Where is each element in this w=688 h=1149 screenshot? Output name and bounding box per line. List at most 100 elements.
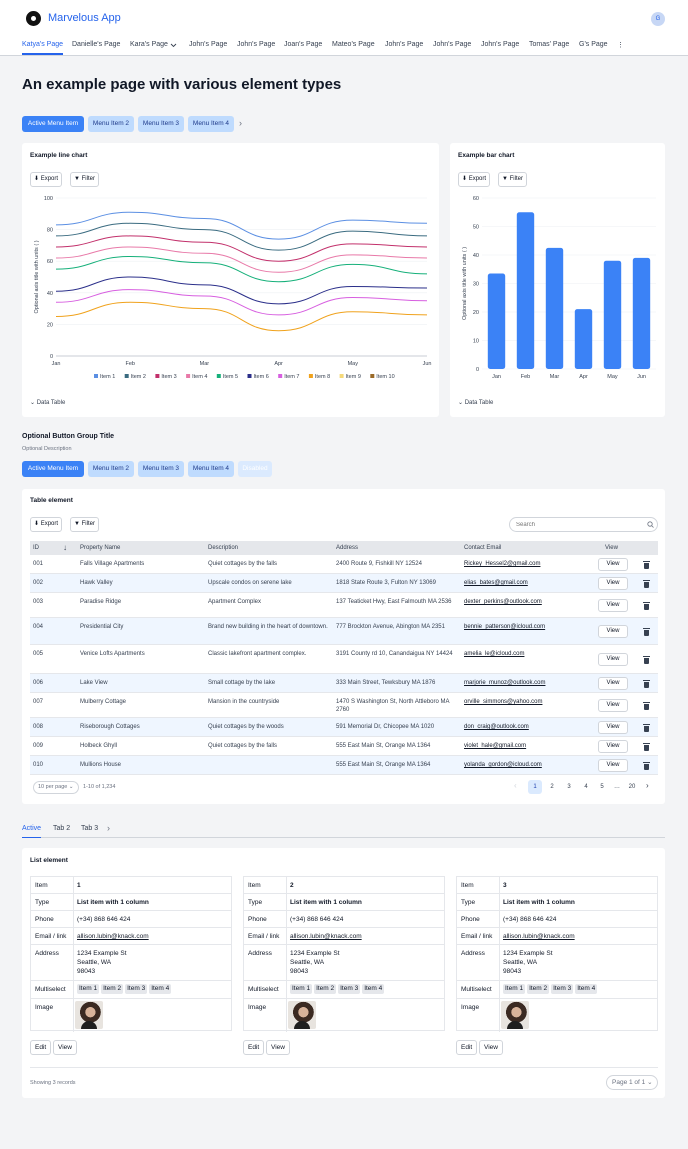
- page-select[interactable]: Page 1 of 1 ⌄: [606, 1075, 658, 1090]
- trash-icon[interactable]: [643, 655, 650, 664]
- bar[interactable]: [516, 212, 535, 369]
- tab-johns-page[interactable]: John's Page: [385, 41, 423, 55]
- trash-icon[interactable]: [643, 601, 650, 610]
- tab-karas-page[interactable]: Kara's Page: [130, 41, 168, 55]
- list-email-value[interactable]: allison.lubin@knack.com: [77, 932, 149, 941]
- tab-2[interactable]: Tab 2: [53, 825, 70, 832]
- cell-contact-email[interactable]: Rickey_Hessel2@gmail.com: [464, 560, 540, 568]
- chevron-right-icon[interactable]: ›: [107, 823, 110, 833]
- tab-johns-page[interactable]: John's Page: [481, 41, 519, 55]
- column-header-contact-email[interactable]: Contact Email: [464, 545, 501, 551]
- page-button[interactable]: 4: [579, 780, 593, 794]
- menu-item-active[interactable]: Active Menu Item: [22, 461, 84, 477]
- column-header-description[interactable]: Description: [208, 545, 238, 551]
- view-button[interactable]: View: [598, 625, 628, 638]
- tab-danielles-page[interactable]: Danielle's Page: [72, 41, 120, 55]
- list-email-value[interactable]: allison.lubin@knack.com: [503, 932, 575, 941]
- bar[interactable]: [545, 247, 564, 369]
- trash-icon[interactable]: [643, 679, 650, 688]
- menu-item-active[interactable]: Active Menu Item: [22, 116, 84, 132]
- view-button[interactable]: View: [598, 653, 628, 666]
- tab-katyas-page[interactable]: Katya's Page: [22, 41, 64, 55]
- menu-item-4[interactable]: Menu Item 4: [188, 116, 234, 132]
- tab-gs-page[interactable]: G's Page: [579, 41, 608, 55]
- filter-button[interactable]: ▼ Filter: [498, 172, 527, 187]
- user-avatar[interactable]: G: [651, 12, 665, 26]
- trash-icon[interactable]: [643, 579, 650, 588]
- bar[interactable]: [487, 273, 506, 369]
- list-email-value[interactable]: allison.lubin@knack.com: [290, 932, 362, 941]
- profile-photo[interactable]: [288, 1001, 316, 1029]
- menu-item-3[interactable]: Menu Item 3: [138, 461, 184, 477]
- menu-item-3[interactable]: Menu Item 3: [138, 116, 184, 132]
- tab-johns-page[interactable]: John's Page: [189, 41, 227, 55]
- column-header-property-name[interactable]: Property Name: [80, 545, 120, 551]
- data-table-toggle[interactable]: ⌄ Data Table: [458, 399, 493, 406]
- menu-item-2[interactable]: Menu Item 2: [88, 116, 134, 132]
- tab-3[interactable]: Tab 3: [81, 825, 98, 832]
- page-button[interactable]: 3: [562, 780, 576, 794]
- bar[interactable]: [574, 309, 593, 369]
- cell-contact-email[interactable]: marjorie_munoz@outlook.com: [464, 679, 545, 687]
- edit-button[interactable]: Edit: [243, 1040, 265, 1055]
- page-button[interactable]: 20: [625, 780, 639, 794]
- view-button[interactable]: View: [598, 699, 628, 712]
- tab-tomas-page[interactable]: Tomas' Page: [529, 41, 569, 55]
- tab-johns-page[interactable]: John's Page: [433, 41, 471, 55]
- view-button[interactable]: View: [598, 759, 628, 772]
- trash-icon[interactable]: [643, 761, 650, 770]
- view-button[interactable]: View: [598, 558, 628, 571]
- per-page-select[interactable]: 10 per page ⌄: [33, 781, 79, 794]
- search-input[interactable]: [509, 517, 658, 532]
- menu-item-4[interactable]: Menu Item 4: [188, 461, 234, 477]
- edit-button[interactable]: Edit: [30, 1040, 52, 1055]
- view-button[interactable]: View: [266, 1040, 290, 1055]
- tab-joans-page[interactable]: Joan's Page: [284, 41, 322, 55]
- export-button[interactable]: ⬇ Export: [30, 172, 63, 187]
- bar[interactable]: [632, 257, 651, 369]
- view-button[interactable]: View: [479, 1040, 503, 1055]
- chevron-down-icon[interactable]: [170, 43, 177, 48]
- cell-contact-email[interactable]: dexter_perkins@outlook.com: [464, 598, 542, 606]
- cell-contact-email[interactable]: orville_simmons@yahoo.com: [464, 698, 542, 706]
- export-button[interactable]: ⬇ Export: [30, 517, 63, 532]
- column-header-id[interactable]: ID: [33, 545, 39, 551]
- app-title[interactable]: Marvelous App: [48, 12, 121, 24]
- view-button[interactable]: View: [598, 721, 628, 734]
- menu-item-2[interactable]: Menu Item 2: [88, 461, 134, 477]
- view-button[interactable]: View: [598, 677, 628, 690]
- view-button[interactable]: View: [598, 740, 628, 753]
- trash-icon[interactable]: [643, 742, 650, 751]
- tab-mateos-page[interactable]: Mateo's Page: [332, 41, 375, 55]
- data-table-toggle[interactable]: ⌄ Data Table: [30, 399, 65, 406]
- profile-photo[interactable]: [501, 1001, 529, 1029]
- app-logo-icon[interactable]: [26, 11, 41, 26]
- cell-contact-email[interactable]: bennie_patterson@icloud.com: [464, 623, 545, 631]
- page-button[interactable]: 2: [545, 780, 559, 794]
- filter-button[interactable]: ▼ Filter: [70, 172, 99, 187]
- trash-icon[interactable]: [643, 560, 650, 569]
- tab-active[interactable]: Active: [22, 825, 42, 838]
- cell-contact-email[interactable]: yolanda_gordon@icloud.com: [464, 761, 542, 769]
- edit-button[interactable]: Edit: [456, 1040, 478, 1055]
- sort-down-icon[interactable]: ↓: [63, 543, 67, 552]
- bar[interactable]: [603, 260, 622, 369]
- trash-icon[interactable]: [643, 723, 650, 732]
- tab-johns-page[interactable]: John's Page: [237, 41, 275, 55]
- page-button[interactable]: 5: [595, 780, 609, 794]
- cell-contact-email[interactable]: don_craig@outlook.com: [464, 723, 529, 731]
- view-button[interactable]: View: [598, 577, 628, 590]
- cell-contact-email[interactable]: elias_bates@gmail.com: [464, 579, 528, 587]
- chevron-right-icon[interactable]: ›: [239, 118, 242, 128]
- next-page-icon[interactable]: ›: [646, 781, 649, 790]
- trash-icon[interactable]: [643, 701, 650, 710]
- more-tabs-icon[interactable]: ⋮: [617, 41, 624, 55]
- view-button[interactable]: View: [53, 1040, 77, 1055]
- profile-photo[interactable]: [75, 1001, 103, 1029]
- trash-icon[interactable]: [643, 627, 650, 636]
- page-button[interactable]: 1: [528, 780, 542, 794]
- filter-button[interactable]: ▼ Filter: [70, 517, 99, 532]
- column-header-address[interactable]: Address: [336, 545, 358, 551]
- cell-contact-email[interactable]: amelia_le@icloud.com: [464, 650, 524, 658]
- view-button[interactable]: View: [598, 599, 628, 612]
